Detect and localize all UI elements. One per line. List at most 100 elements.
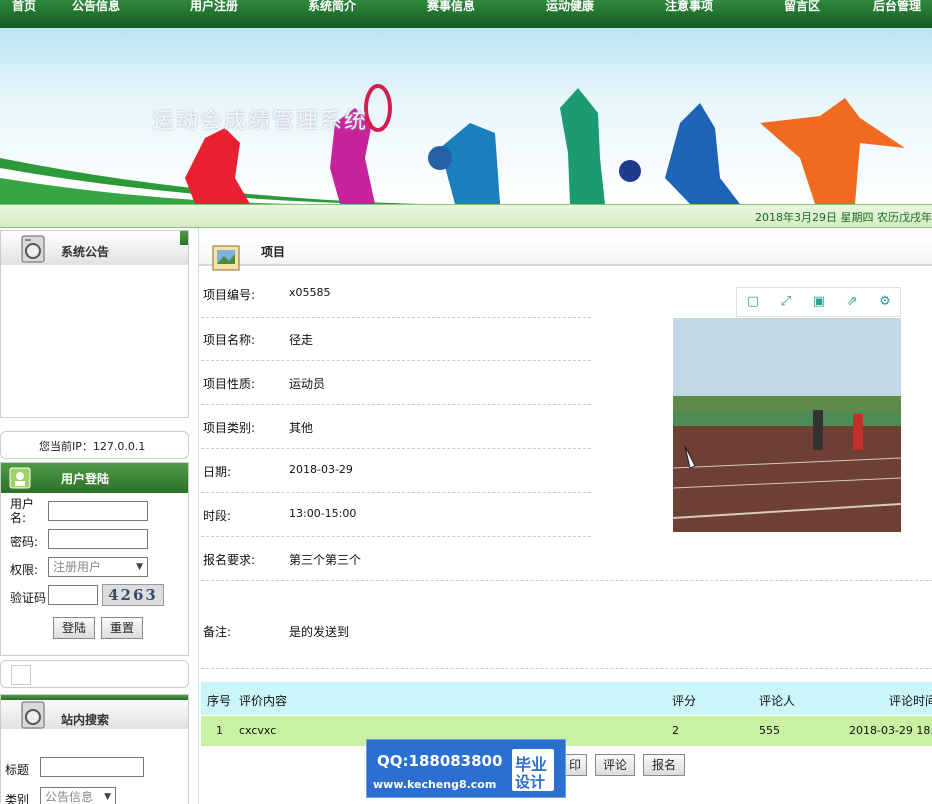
field-label: 备注: (203, 625, 232, 639)
divider (201, 360, 591, 361)
notice-title: 系统公告 (61, 245, 110, 259)
col-header: 序号 (207, 694, 232, 708)
role-label: 权限: (10, 563, 39, 577)
field-label: 报名要求: (203, 553, 256, 567)
main-title: 项目 (261, 245, 286, 259)
save-icon[interactable]: ▣ (810, 293, 828, 311)
search-category-select[interactable]: 公告信息 ▼ (40, 787, 116, 804)
field-value: x05585 (289, 286, 331, 299)
comment-button[interactable]: 评论 (595, 754, 635, 776)
header-accent (180, 231, 188, 245)
password-label: 密码: (10, 535, 39, 549)
field-value: 2018-03-29 (289, 463, 353, 476)
nav-intro[interactable]: 系统简介 (308, 0, 356, 15)
divider (201, 580, 932, 581)
fullscreen-icon[interactable]: ⤢ (777, 293, 795, 311)
col-header: 评论人 (759, 694, 796, 708)
watermark-tag2: 设计 (515, 773, 546, 791)
field-value: 径走 (289, 333, 314, 347)
login-title: 用户登陆 (61, 472, 110, 486)
field-value: 13:00-15:00 (289, 507, 357, 520)
search-category-value: 公告信息 (45, 790, 94, 804)
search-panel-icon (21, 701, 45, 729)
role-select[interactable]: 注册用户 ▼ (48, 557, 148, 577)
nav-notice[interactable]: 公告信息 (72, 0, 120, 15)
nav-events[interactable]: 赛事信息 (427, 0, 475, 15)
chevron-down-icon: ▼ (136, 562, 143, 572)
field-value: 运动员 (289, 377, 326, 391)
watermark-tag: 毕业 设计 (512, 749, 554, 791)
notice-panel: 系统公告 (0, 230, 189, 418)
cell-author: 555 (759, 724, 780, 737)
nav-notes[interactable]: 注意事项 (665, 0, 713, 15)
field-label: 项目性质: (203, 377, 256, 391)
site-title: 运动会成绩管理系统 (152, 109, 369, 134)
divider (201, 536, 591, 537)
search-header: 站内搜索 (1, 695, 188, 729)
ip-text: 您当前IP：127.0.0.1 (39, 440, 146, 453)
image-toolbar: ▢ ⤢ ▣ ⇗ ⚙ (736, 287, 901, 317)
login-icon (9, 467, 31, 489)
search-category-label: 类别 (5, 793, 30, 804)
panel-placeholder (11, 665, 31, 685)
col-header: 评论时间 (889, 694, 932, 708)
field-label: 项目类别: (203, 421, 256, 435)
chevron-down-icon: ▼ (104, 792, 111, 802)
divider (201, 404, 591, 405)
cell-index: 1 (216, 724, 223, 737)
comments-table-header: 序号 评价内容 评分 评论人 评论时间 (201, 682, 932, 715)
divider (201, 492, 591, 493)
divider (201, 448, 591, 449)
cell-time: 2018-03-29 18: (849, 724, 932, 737)
washer-icon (21, 235, 45, 263)
field-label: 时段: (203, 509, 232, 523)
captcha-label: 验证码 (10, 591, 47, 605)
top-nav: 首页 公告信息 用户注册 系统简介 赛事信息 运动健康 注意事项 留言区 后台管… (0, 0, 932, 28)
picture-icon (212, 245, 240, 271)
notice-header: 系统公告 (1, 231, 188, 265)
divider (201, 668, 932, 669)
password-input[interactable] (48, 529, 148, 549)
date-text: 2018年3月29日 星期四 农历戊戌年 (755, 211, 932, 224)
field-value: 是的发送到 (289, 625, 350, 639)
watermark-badge: QQ:188083800 www.kecheng8.com 毕业 设计 (366, 739, 566, 798)
login-button[interactable]: 登陆 (53, 617, 95, 639)
empty-panel (0, 660, 189, 688)
signup-button[interactable]: 报名 (643, 754, 685, 776)
search-panel: 站内搜索 标题 类别 公告信息 ▼ (0, 694, 189, 804)
reset-button[interactable]: 重置 (101, 617, 143, 639)
nav-register[interactable]: 用户注册 (190, 0, 238, 15)
captcha-image[interactable]: 4263 (102, 584, 164, 606)
fit-icon[interactable]: ▢ (744, 293, 762, 311)
login-panel: 用户登陆 用户名: 密码: 权限: 注册用户 ▼ 验证码 4263 登陆 重置 (0, 462, 189, 656)
nav-health[interactable]: 运动健康 (546, 0, 594, 15)
print-button[interactable]: 印 (563, 754, 587, 776)
ip-panel: 您当前IP：127.0.0.1 (0, 431, 189, 459)
role-value: 注册用户 (53, 560, 102, 574)
col-header: 评分 (672, 694, 697, 708)
banner-artwork (0, 84, 905, 204)
field-value: 第三个第三个 (289, 553, 362, 567)
main-header: 项目 (199, 236, 932, 271)
watermark-url: www.kecheng8.com (373, 778, 497, 791)
share-icon[interactable]: ⇗ (843, 293, 861, 311)
search-title: 站内搜索 (61, 713, 110, 727)
col-header: 评价内容 (239, 694, 288, 708)
captcha-input[interactable] (48, 585, 98, 605)
header-banner: 运动会成绩管理系统 (0, 28, 932, 204)
login-header: 用户登陆 (1, 463, 188, 493)
divider (201, 317, 591, 318)
nav-admin[interactable]: 后台管理 (873, 0, 921, 15)
field-label: 项目编号: (203, 288, 256, 302)
field-label: 项目名称: (203, 333, 256, 347)
username-input[interactable] (48, 501, 148, 521)
cell-content: cxcvxc (239, 724, 277, 737)
settings-icon[interactable]: ⚙ (876, 293, 894, 311)
nav-home[interactable]: 首页 (12, 0, 36, 15)
main-content: 项目 项目编号: x05585 项目名称: 径走 项目性质: 运动员 项目类别:… (198, 228, 932, 804)
cell-score: 2 (672, 724, 679, 737)
search-input[interactable] (40, 757, 144, 777)
search-title-label: 标题 (5, 763, 30, 777)
nav-messages[interactable]: 留言区 (784, 0, 820, 15)
project-photo[interactable] (673, 318, 901, 532)
